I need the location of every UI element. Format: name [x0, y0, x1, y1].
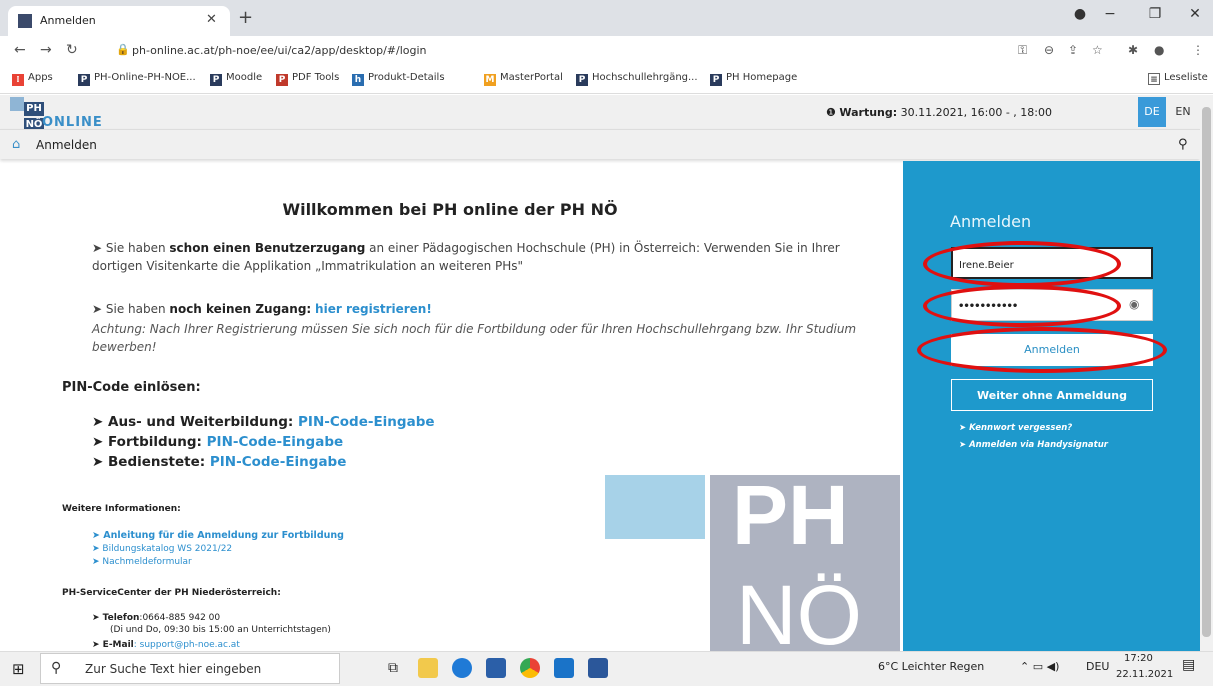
- info-heading: Weitere Informationen:: [62, 504, 181, 514]
- chrome-icon[interactable]: [520, 658, 540, 678]
- site-favicon-icon: [18, 14, 32, 28]
- search-icon: ⚲: [51, 660, 62, 676]
- page-title: Willkommen bei PH online der PH NÖ: [282, 200, 618, 219]
- scrollbar[interactable]: [1200, 95, 1213, 651]
- info-icon: ❶: [826, 106, 836, 119]
- notification-icon[interactable]: ▤: [1182, 657, 1195, 673]
- zoom-icon[interactable]: ⊖: [1044, 43, 1054, 57]
- explorer-icon[interactable]: [418, 658, 438, 678]
- pin-link-aus[interactable]: PIN-Code-Eingabe: [298, 414, 434, 430]
- bookmark-masterportal[interactable]: M MasterPortal: [484, 72, 563, 86]
- task-view-icon[interactable]: ⧉: [388, 660, 398, 676]
- home-icon[interactable]: ⌂: [12, 137, 20, 152]
- tray-icons[interactable]: ⌃ ▭ ◀): [1020, 660, 1059, 673]
- show-password-icon[interactable]: ◉: [1129, 297, 1139, 311]
- guest-button[interactable]: Weiter ohne Anmeldung: [951, 379, 1153, 411]
- bookmark-phonline[interactable]: P PH-Online-PH-NOE...: [78, 72, 196, 86]
- nav-bar: ⌂ Anmelden ⚲: [0, 129, 1200, 159]
- outlook-icon[interactable]: [554, 658, 574, 678]
- login-panel: Anmelden Irene.Beier ••••••••••• ◉ Anmel…: [903, 161, 1200, 651]
- close-window-icon[interactable]: ✕: [1180, 6, 1210, 22]
- search-placeholder: Zur Suche Text hier eingeben: [85, 662, 262, 676]
- register-link[interactable]: hier registrieren!: [315, 302, 432, 316]
- pin-heading: PIN-Code einlösen:: [62, 380, 201, 395]
- info-link-anleitung[interactable]: ➤ Anleitung für die Anmeldung zur Fortbi…: [92, 530, 344, 541]
- bookmark-hochschul[interactable]: P Hochschullehrgäng...: [576, 72, 698, 86]
- pin-item: ➤ Aus- und Weiterbildung: PIN-Code-Einga…: [92, 414, 435, 430]
- red-annotation-ellipse: [923, 241, 1121, 287]
- service-heading: PH-ServiceCenter der PH Niederösterreich…: [62, 588, 281, 598]
- url-text[interactable]: ph-online.ac.at/ph-noe/ee/ui/ca2/app/des…: [132, 44, 427, 57]
- tab-title: Anmelden: [40, 14, 96, 27]
- extensions-icon[interactable]: ✱: [1128, 43, 1138, 57]
- weather-widget[interactable]: 6°C Leichter Regen: [878, 660, 984, 673]
- minimize-icon[interactable]: −: [1095, 6, 1125, 22]
- windows-start-icon[interactable]: ⊞: [12, 660, 25, 678]
- info-link-nachmelde[interactable]: ➤ Nachmeldeformular: [92, 557, 192, 567]
- profile-dot-icon[interactable]: ●: [1065, 6, 1095, 22]
- bookmark-pdftools[interactable]: P PDF Tools: [276, 72, 339, 86]
- reading-list[interactable]: ≡ Leseliste: [1148, 72, 1208, 85]
- forward-icon[interactable]: →: [40, 42, 52, 58]
- close-tab-icon[interactable]: ✕: [206, 12, 217, 27]
- watermark-light-square: [605, 475, 705, 539]
- info-link-katalog[interactable]: ➤ Bildungskatalog WS 2021/22: [92, 544, 232, 554]
- phone-hours: (Di und Do, 09:30 bis 15:00 an Unterrich…: [110, 625, 331, 635]
- watermark-logo: PH NÖ: [710, 475, 900, 651]
- login-title: Anmelden: [950, 212, 1032, 231]
- red-annotation-ellipse: [923, 285, 1121, 327]
- site-logo[interactable]: PH NÖ ONLINE: [10, 97, 102, 132]
- bookmark-produkt[interactable]: h Produkt-Details: [352, 72, 445, 86]
- share-icon[interactable]: ⇪: [1068, 43, 1078, 57]
- registration-note: Achtung: Nach Ihrer Registrierung müssen…: [92, 322, 857, 354]
- pin-link-bedienstete[interactable]: PIN-Code-Eingabe: [210, 454, 346, 470]
- pin-item: ➤ Fortbildung: PIN-Code-Eingabe: [92, 434, 344, 450]
- lock-icon: 🔒: [116, 43, 130, 56]
- breadcrumb[interactable]: Anmelden: [36, 138, 97, 152]
- menu-icon[interactable]: ⋮: [1192, 43, 1204, 57]
- pin-item: ➤ Bedienstete: PIN-Code-Eingabe: [92, 454, 347, 470]
- restore-icon[interactable]: ❐: [1140, 6, 1170, 22]
- phone-line: ➤ Telefon:0664-885 942 00: [92, 613, 221, 623]
- browser-tab[interactable]: Anmelden ✕: [8, 6, 230, 36]
- email-line: ➤ E-Mail: support@ph-noe.ac.at: [92, 640, 240, 650]
- address-bar[interactable]: 🔒 ph-online.ac.at/ph-noe/ee/ui/ca2/app/d…: [110, 40, 1010, 62]
- lang-de-button[interactable]: DE: [1138, 97, 1166, 127]
- logo-text: ONLINE: [42, 115, 103, 130]
- taskbar-search[interactable]: ⚲ Zur Suche Text hier eingeben: [40, 653, 340, 684]
- bookmark-apps[interactable]: ⁞ Apps: [12, 72, 53, 86]
- reload-icon[interactable]: ↻: [66, 42, 78, 58]
- store-icon[interactable]: [486, 658, 506, 678]
- handy-signature-link[interactable]: ➤ Anmelden via Handysignatur: [959, 440, 1108, 450]
- new-user-text: ➤ Sie haben noch keinen Zugang: hier reg…: [92, 302, 432, 316]
- clock-time[interactable]: 17:20: [1124, 653, 1153, 664]
- forgot-password-link[interactable]: ➤ Kennwort vergessen?: [959, 423, 1072, 433]
- edge-icon[interactable]: [452, 658, 472, 678]
- key-icon[interactable]: ⚿: [1018, 43, 1027, 58]
- existing-user-text: ➤ Sie haben schon einen Benutzerzugang a…: [92, 241, 840, 273]
- search-icon[interactable]: ⚲: [1178, 137, 1188, 152]
- star-icon[interactable]: ☆: [1092, 43, 1103, 57]
- word-icon[interactable]: [588, 658, 608, 678]
- bookmark-moodle[interactable]: P Moodle: [210, 72, 262, 86]
- red-annotation-ellipse: [917, 327, 1167, 373]
- email-link[interactable]: : support@ph-noe.ac.at: [134, 640, 240, 650]
- pin-link-fortbildung[interactable]: PIN-Code-Eingabe: [207, 434, 343, 450]
- new-tab-icon[interactable]: +: [238, 7, 253, 28]
- bookmark-phhomepage[interactable]: P PH Homepage: [710, 72, 797, 86]
- input-language[interactable]: DEU: [1086, 660, 1109, 673]
- avatar[interactable]: ●: [1154, 43, 1164, 57]
- bookmarks-bar: ⁞ Apps P PH-Online-PH-NOE... P Moodle P PDF …: [0, 66, 1213, 94]
- lang-en-button[interactable]: EN: [1168, 97, 1198, 127]
- maintenance-notice: ❶ Wartung: 30.11.2021, 16:00 - , 18:00: [826, 106, 1053, 119]
- clock-date[interactable]: 22.11.2021: [1116, 669, 1173, 680]
- back-icon[interactable]: ←: [14, 42, 26, 58]
